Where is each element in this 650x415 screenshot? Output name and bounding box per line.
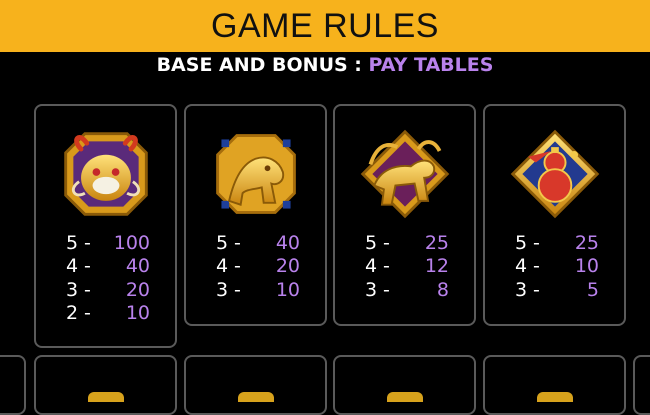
pay-row: 4-12	[365, 255, 449, 278]
pay-card-gourd: 5-25 4-10 3-5	[483, 104, 626, 326]
pay-card-tiger: 5-40 4-20 3-10	[184, 104, 327, 326]
pay-row: 4-20	[216, 255, 300, 278]
pay-row: 4-10	[515, 255, 599, 278]
pay-row: 5-40	[216, 231, 300, 254]
ox-icon	[360, 129, 449, 219]
page-title: GAME RULES	[211, 6, 439, 45]
symbol-peek	[537, 392, 573, 402]
pay-card-partial	[483, 355, 626, 415]
pay-card-partial	[0, 355, 26, 415]
pay-card-partial	[633, 355, 650, 415]
pay-list: 5-25 4-10 3-5	[515, 231, 599, 302]
pay-card-partial	[34, 355, 177, 415]
tiger-icon	[215, 134, 296, 214]
pay-list: 5-25 4-12 3-8	[365, 231, 449, 302]
pay-row: 5-25	[515, 231, 599, 254]
pay-row: 5-25	[365, 231, 449, 254]
pay-table-subtitle: BASE AND BONUS : PAY TABLES	[0, 54, 650, 76]
pay-list: 5-40 4-20 3-10	[216, 231, 300, 302]
pay-row: 5-100	[66, 231, 150, 254]
dragon-icon	[63, 132, 148, 216]
pay-row: 4-40	[66, 255, 150, 278]
subtitle-accent: PAY TABLES	[368, 54, 494, 76]
pay-row: 2-10	[66, 302, 150, 325]
pay-row: 3-8	[365, 278, 449, 301]
pay-card-dragon: 5-100 4-40 3-20 2-10	[34, 104, 177, 348]
pay-row: 3-20	[66, 278, 150, 301]
subtitle-prefix: BASE AND BONUS :	[156, 54, 362, 76]
symbol-peek	[88, 392, 124, 402]
pay-card-partial	[184, 355, 327, 415]
pay-row: 3-5	[515, 278, 599, 301]
pay-list: 5-100 4-40 3-20 2-10	[66, 231, 150, 325]
pay-card-ox: 5-25 4-12 3-8	[333, 104, 476, 326]
pay-card-partial	[333, 355, 476, 415]
pay-row: 3-10	[216, 278, 300, 301]
gourd-icon	[510, 129, 599, 219]
header-bar: GAME RULES	[0, 0, 650, 52]
symbol-peek	[387, 392, 423, 402]
symbol-peek	[238, 392, 274, 402]
